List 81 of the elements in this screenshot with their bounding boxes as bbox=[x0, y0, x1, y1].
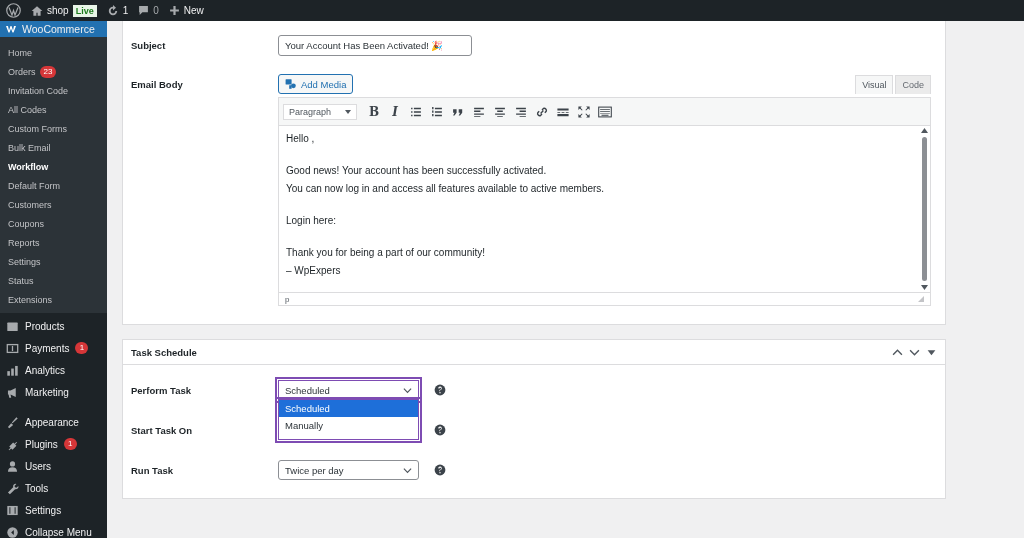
element-path: p bbox=[285, 294, 290, 304]
menu-item[interactable]: Collapse Menu bbox=[0, 521, 107, 538]
submenu-item[interactable]: Bulk Email bbox=[0, 138, 107, 157]
field-label: Email Body bbox=[131, 79, 184, 92]
submenu-item[interactable]: Customers bbox=[0, 195, 107, 214]
fullscreen-icon bbox=[577, 104, 591, 119]
menu-item[interactable]: Analytics bbox=[0, 359, 107, 381]
keyboard-icon bbox=[598, 104, 612, 119]
submenu-item[interactable]: Settings bbox=[0, 252, 107, 271]
home-icon bbox=[31, 4, 43, 17]
submenu-item[interactable]: Reports bbox=[0, 233, 107, 252]
menu-item[interactable]: Plugins 1 bbox=[0, 433, 107, 455]
resize-handle-icon[interactable] bbox=[918, 296, 924, 302]
live-badge: Live bbox=[72, 4, 97, 17]
refresh-icon bbox=[106, 4, 119, 17]
count-badge: 1 bbox=[63, 438, 77, 450]
new-link[interactable]: New bbox=[183, 5, 204, 16]
fullscreen-button[interactable] bbox=[577, 104, 591, 119]
editor-tab[interactable]: Visual bbox=[855, 75, 894, 94]
woocommerce-menu-item[interactable]: WooCommerce bbox=[0, 21, 107, 37]
numbered-list-button[interactable] bbox=[430, 104, 444, 119]
dropdown-option[interactable]: Scheduled bbox=[279, 400, 418, 417]
submenu-item[interactable]: All Codes bbox=[0, 100, 107, 119]
count-badge: 1 bbox=[75, 342, 89, 354]
submenu-item[interactable]: Home bbox=[0, 43, 107, 62]
wordpress-logo-icon bbox=[6, 3, 21, 18]
submenu-item[interactable]: Default Form bbox=[0, 176, 107, 195]
field-label: Run Task bbox=[131, 464, 175, 476]
menu-item[interactable]: Users bbox=[0, 455, 107, 477]
wrench-icon bbox=[6, 481, 19, 495]
move-up-icon[interactable] bbox=[892, 346, 903, 358]
megaphone-icon bbox=[6, 385, 19, 399]
site-name-link[interactable]: shop bbox=[47, 5, 69, 16]
woo-logo-icon bbox=[5, 24, 17, 34]
email-body-text[interactable]: Hello , Good news! Your account has been successfully activated. You can now log in and access all features available to active members. Login here: Thank you for being a part of our community! – WpExpers bbox=[279, 126, 918, 292]
field-label: Start Task On bbox=[131, 424, 194, 436]
submenu-item[interactable]: Invitation Code bbox=[0, 81, 107, 100]
field-label: Perform Task bbox=[131, 384, 192, 396]
editor-tab[interactable]: Code bbox=[895, 75, 931, 94]
menu-item[interactable]: Products bbox=[0, 315, 107, 337]
italic-button[interactable]: I bbox=[388, 104, 402, 119]
scroll-up-icon[interactable] bbox=[920, 128, 928, 133]
submenu-item[interactable]: Custom Forms bbox=[0, 119, 107, 138]
dropdown-option[interactable]: Manually bbox=[279, 417, 418, 434]
user-icon bbox=[6, 459, 19, 473]
menu-item[interactable]: Marketing bbox=[0, 381, 107, 403]
select-field[interactable]: Twice per day bbox=[278, 460, 419, 480]
submenu-item[interactable]: Workflow bbox=[0, 157, 107, 176]
help-icon bbox=[434, 384, 446, 396]
submenu-item[interactable]: Status bbox=[0, 271, 107, 290]
plus-icon bbox=[168, 5, 180, 16]
scroll-down-icon[interactable] bbox=[920, 285, 928, 290]
chevron-down-icon bbox=[403, 385, 412, 395]
submenu-item[interactable]: Coupons bbox=[0, 214, 107, 233]
bold-button[interactable]: B bbox=[367, 104, 381, 119]
menu-item[interactable]: Appearance bbox=[0, 411, 107, 433]
numbered-list-icon bbox=[430, 104, 444, 119]
select-field[interactable]: Scheduled bbox=[278, 380, 419, 400]
chevron-down-icon bbox=[403, 465, 412, 475]
panel-title: Task Schedule bbox=[131, 346, 197, 358]
submenu-item[interactable]: Extensions bbox=[0, 290, 107, 309]
field-label: Subject bbox=[131, 40, 167, 51]
format-select[interactable]: Paragraph bbox=[283, 103, 357, 120]
subject-field[interactable]: Your Account Has Been Activated! 🎉 bbox=[278, 35, 472, 56]
paintbrush-icon bbox=[6, 415, 19, 429]
bar-chart-icon bbox=[6, 363, 19, 377]
help-icon bbox=[434, 464, 446, 476]
menu-item[interactable]: Settings bbox=[0, 499, 107, 521]
comments-count[interactable]: 0 bbox=[153, 5, 159, 16]
menu-item[interactable]: Payments 1 bbox=[0, 337, 107, 359]
count-badge: 23 bbox=[39, 65, 57, 78]
keyboard-button[interactable] bbox=[598, 104, 612, 119]
help-icon bbox=[434, 424, 446, 436]
caret-icon bbox=[345, 109, 351, 114]
media-icon bbox=[285, 78, 297, 90]
menu-item[interactable]: Tools bbox=[0, 477, 107, 499]
submenu-item[interactable]: Orders 23 bbox=[0, 62, 107, 81]
comment-icon bbox=[138, 5, 150, 16]
scrollbar-thumb[interactable] bbox=[921, 137, 927, 281]
updates-count[interactable]: 1 bbox=[122, 5, 129, 16]
add-media-button[interactable]: Add Media bbox=[278, 74, 354, 94]
